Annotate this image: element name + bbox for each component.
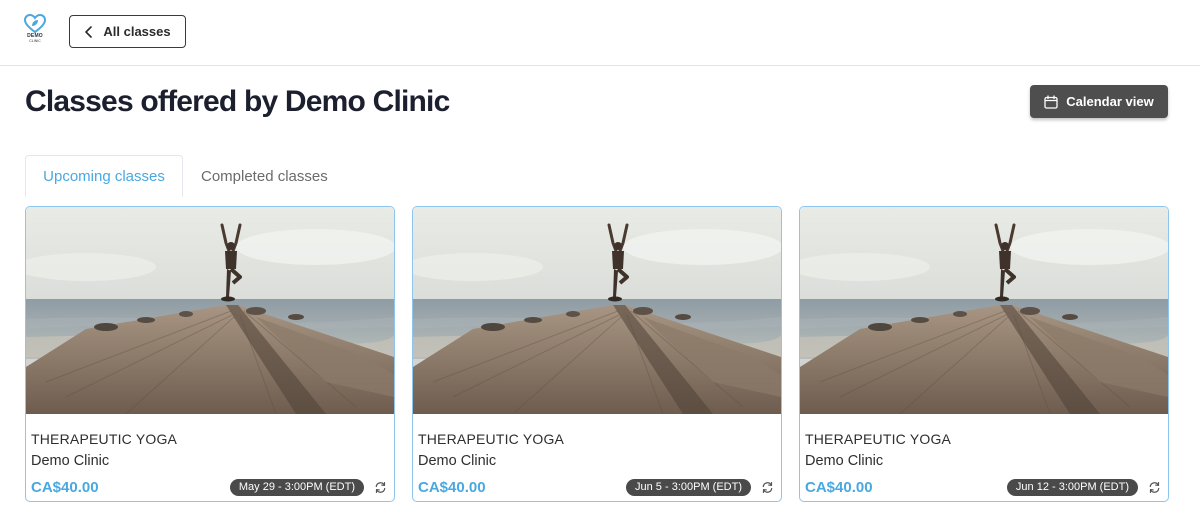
- all-classes-button[interactable]: All classes: [69, 15, 186, 48]
- yoga-pose-on-pier-photo: [26, 207, 394, 414]
- page-title: Classes offered by Demo Clinic: [25, 85, 450, 118]
- chevron-left-icon: [85, 25, 93, 38]
- clinic-logo[interactable]: DEMO CLINIC: [20, 14, 50, 50]
- class-organization: Demo Clinic: [418, 453, 497, 469]
- calendar-icon: [1044, 94, 1058, 109]
- tab-label: Upcoming classes: [43, 167, 165, 185]
- class-card-list: THERAPEUTIC YOGA Demo Clinic CA$40.00 Ma…: [25, 206, 1169, 502]
- class-organization: Demo Clinic: [31, 453, 110, 469]
- class-price: CA$40.00: [31, 479, 99, 496]
- class-title: THERAPEUTIC YOGA: [805, 431, 952, 447]
- class-date-badge: Jun 5 - 3:00PM (EDT): [626, 479, 751, 496]
- tab-upcoming-classes[interactable]: Upcoming classes: [25, 155, 183, 197]
- class-card[interactable]: THERAPEUTIC YOGA Demo Clinic CA$40.00 Ju…: [799, 206, 1169, 502]
- class-title: THERAPEUTIC YOGA: [418, 431, 565, 447]
- recurring-icon: [762, 482, 773, 493]
- class-date-badge: Jun 12 - 3:00PM (EDT): [1006, 479, 1138, 496]
- calendar-view-label: Calendar view: [1066, 94, 1154, 109]
- class-price: CA$40.00: [805, 479, 873, 496]
- yoga-pose-on-pier-photo: [800, 207, 1168, 414]
- all-classes-label: All classes: [103, 24, 171, 39]
- top-bar: DEMO CLINIC All classes: [0, 0, 1200, 66]
- class-card[interactable]: THERAPEUTIC YOGA Demo Clinic CA$40.00 Ma…: [25, 206, 395, 502]
- class-date-badge: May 29 - 3:00PM (EDT): [229, 479, 364, 496]
- class-tabs: Upcoming classes Completed classes: [25, 155, 328, 197]
- class-title: THERAPEUTIC YOGA: [31, 431, 178, 447]
- tab-label: Completed classes: [201, 167, 328, 185]
- class-price: CA$40.00: [418, 479, 486, 496]
- class-organization: Demo Clinic: [805, 453, 884, 469]
- calendar-view-button[interactable]: Calendar view: [1030, 85, 1168, 118]
- heart-leaf-logo-icon: [24, 14, 46, 34]
- class-card[interactable]: THERAPEUTIC YOGA Demo Clinic CA$40.00 Ju…: [412, 206, 782, 502]
- yoga-pose-on-pier-photo: [413, 207, 781, 414]
- recurring-icon: [1149, 482, 1160, 493]
- tab-completed-classes[interactable]: Completed classes: [183, 155, 328, 197]
- logo-subtext: CLINIC: [29, 39, 41, 43]
- recurring-icon: [375, 482, 386, 493]
